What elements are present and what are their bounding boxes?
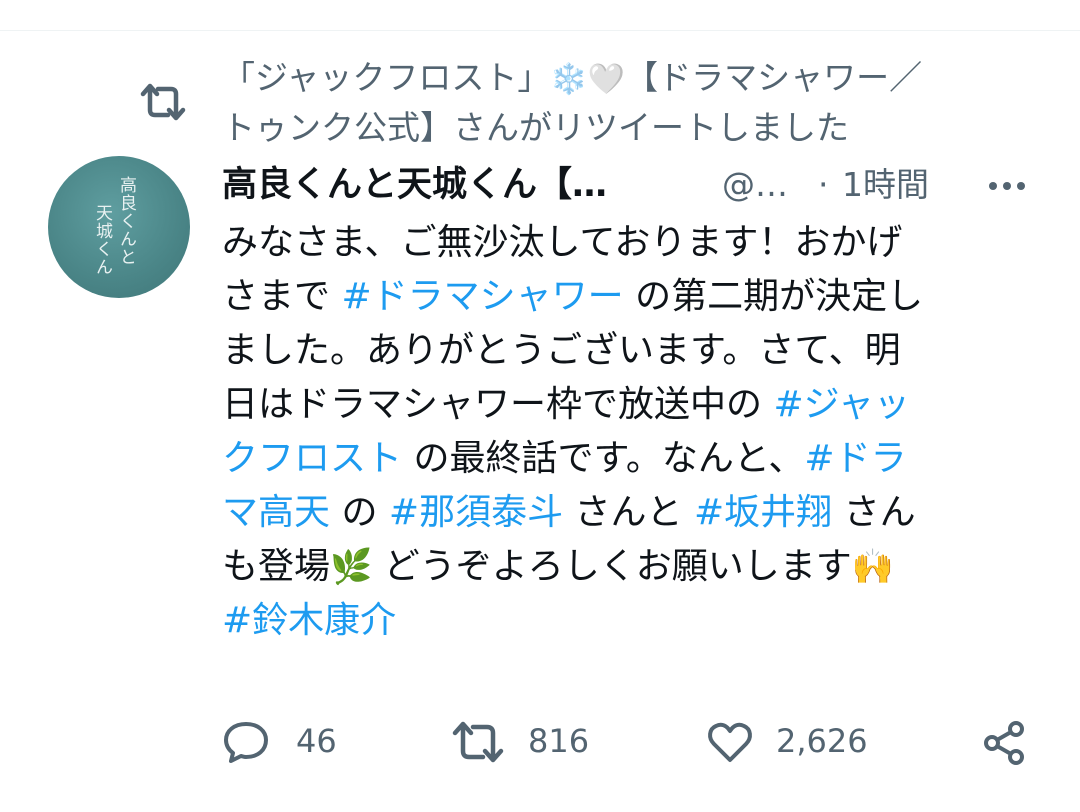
hashtag-link[interactable]: #ドラ [804,438,906,479]
tweet-text-line: も登場🌿 どうぞよろしくお願いします🙌 [222,540,1032,594]
share-button[interactable] [982,712,1032,772]
svg-text:天城くん: 天城くん [92,204,113,276]
hashtag-link[interactable]: #那須泰斗 [389,492,563,533]
tweet-emoji: 🌿 [330,547,373,587]
reply-bubble-icon [224,722,268,763]
avatar[interactable]: 高良くんと 天城くん [48,156,190,298]
tweet-text-segment: さんと [563,492,694,533]
tweet-text-line: みなさま、ご無沙汰しております！おかげ [222,216,1032,270]
user-handle[interactable]: @… [722,160,788,210]
share-icon [984,721,1024,765]
retweet-source-name-rest: 【ドラマシャワー／ [625,58,923,97]
retweet-context[interactable]: 「ジャックフロスト」❄️🤍【ドラマシャワー／ トゥンク公式】さんがリツイートしま… [0,50,1080,150]
snowflake-emoji: ❄️ [550,62,588,97]
avatar-handwriting: 高良くんと 天城くん [92,176,136,276]
tweet-text-segment: の第二期が決定し [623,276,924,317]
retweet-button[interactable]: 816 [452,712,612,772]
tweet-text-segment: 日はドラマシャワー枠で放送中の [222,384,774,425]
like-button[interactable]: 2,626 [706,712,886,772]
hashtag-link[interactable]: マ高天 [222,492,330,533]
hashtag-link[interactable]: #鈴木康介 [222,600,396,641]
tweet-emoji: 🙌 [851,547,895,587]
hashtag-link[interactable]: #ジャッ [773,384,909,425]
retweet-source-name: 「ジャックフロスト」 [222,58,551,97]
heart-icon [708,722,752,762]
hashtag-link[interactable]: #ドラマシャワー [341,276,623,317]
retweet-context-text[interactable]: 「ジャックフロスト」❄️🤍【ドラマシャワー／ トゥンク公式】さんがリツイートしま… [222,54,1022,152]
svg-text:高良くんと: 高良くんと [116,176,136,266]
display-name[interactable]: 高良くんと天城くん【… [222,160,607,210]
tweet-text: みなさま、ご無沙汰しております！おかげ さまで #ドラマシャワー の第二期が決定し… [222,216,1032,648]
retweet-icon [140,83,186,121]
tweet-text-line: クフロスト の最終話です。なんと、#ドラ [222,432,1032,486]
tweet-text-segment: の最終話です。なんと、 [402,438,805,479]
tweet-text-segment: さまで [222,276,342,317]
reply-count: 46 [296,722,337,760]
tweet-text-line: ました。ありがとうございます。さて、明 [222,324,1032,378]
header-separator: · [818,165,829,204]
reply-button[interactable]: 46 [222,712,372,772]
more-dots-icon[interactable] [982,168,1032,204]
tweet-text-segment: みなさま、ご無沙汰しております！おかげ [222,222,903,263]
tweet-text-segment: ました。ありがとうございます。さて、明 [222,330,901,371]
tweet-text-segment: の [330,492,389,533]
retweet-context-suffix: トゥンク公式】さんがリツイートしました [222,108,849,147]
tweet-timestamp[interactable]: 1時間 [842,160,929,210]
like-count: 2,626 [776,722,868,760]
white-heart-emoji: 🤍 [587,62,626,97]
tweet-header: 高良くんと天城くん【… @… · 1時間 [222,160,1032,210]
tweet-text-segment: も登場 [222,546,331,587]
hashtag-link[interactable]: #坂井翔 [694,492,832,533]
top-divider [0,30,1080,31]
tweet-text-line: 日はドラマシャワー枠で放送中の #ジャッ [222,378,1032,432]
tweet-actions: 46 816 2,626 [222,712,1042,772]
tweet-text-line: #鈴木康介 [222,594,1032,648]
tweet-text-segment: さん [832,492,916,533]
tweet-text-segment: どうぞよろしくお願いします [372,546,852,587]
tweet-text-line: マ高天 の #那須泰斗 さんと #坂井翔 さん [222,486,1032,540]
hashtag-link[interactable]: クフロスト [222,438,402,479]
retweet-count: 816 [528,722,590,760]
retweet-icon [452,721,504,763]
tweet-text-line: さまで #ドラマシャワー の第二期が決定し [222,270,1032,324]
